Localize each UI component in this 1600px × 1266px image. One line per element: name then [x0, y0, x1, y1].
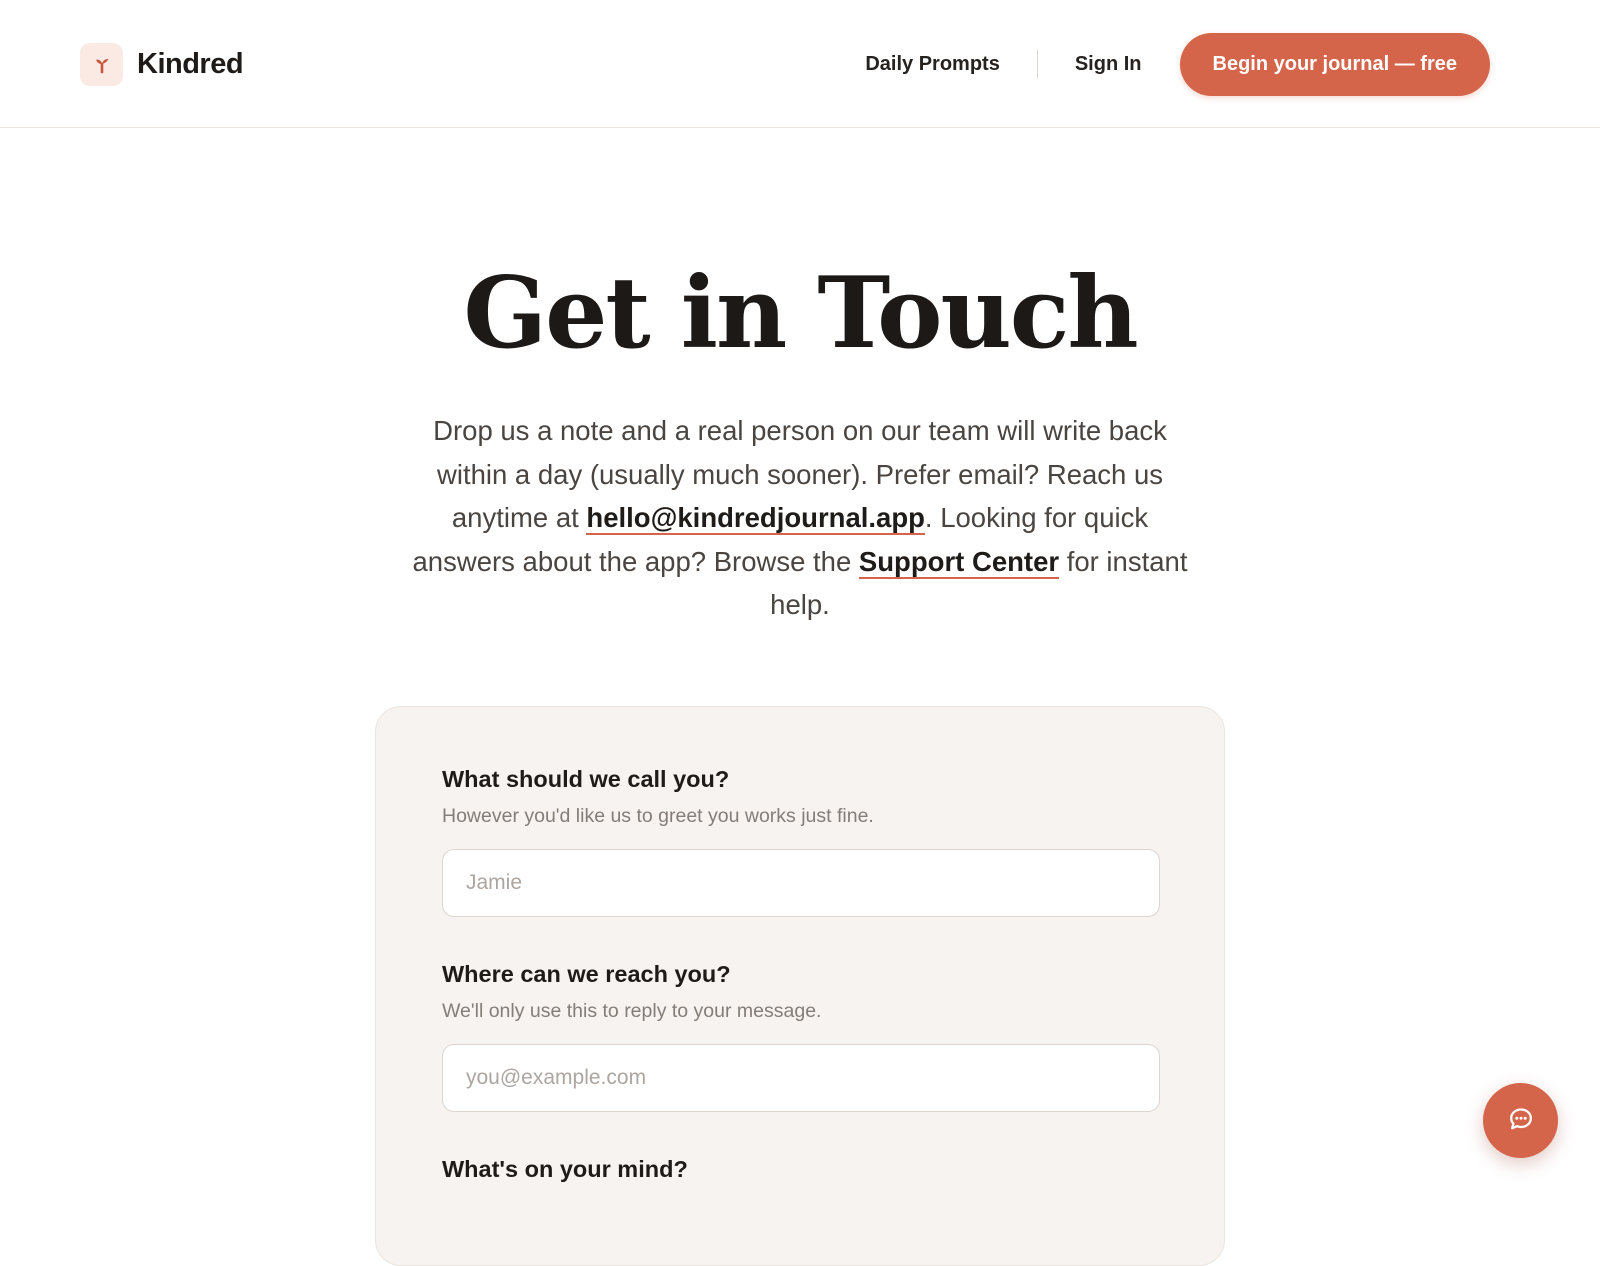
email-field-group: Where can we reach you? We'll only use t… — [442, 959, 1160, 1112]
email-input[interactable] — [442, 1044, 1160, 1112]
chat-button[interactable] — [1483, 1083, 1558, 1158]
nav-daily-prompts[interactable]: Daily Prompts — [865, 53, 999, 76]
brand-logo[interactable]: Kindred — [80, 42, 244, 86]
name-label: What should we call you? — [442, 766, 730, 792]
nav-sign-in[interactable]: Sign In — [1075, 53, 1142, 76]
sprout-icon — [80, 42, 123, 86]
brand-name: Kindred — [137, 47, 244, 80]
support-center-link[interactable]: Support Center — [858, 545, 1060, 579]
email-help-text: We'll only use this to reply to your mes… — [442, 1000, 822, 1022]
chat-bubble-icon — [1507, 1105, 1535, 1136]
begin-journal-button[interactable]: Begin your journal — free — [1179, 32, 1490, 96]
message-label: What's on your mind? — [442, 1156, 688, 1182]
nav-divider — [1036, 50, 1038, 78]
name-field-group: What should we call you? However you'd l… — [442, 764, 1160, 917]
email-label: Where can we reach you? — [442, 961, 731, 987]
name-input[interactable] — [442, 849, 1160, 917]
main-nav: Daily Prompts Sign In Begin your journal… — [865, 32, 1490, 96]
message-field-group: What's on your mind? — [442, 1154, 1160, 1184]
contact-form-card: What should we call you? However you'd l… — [375, 706, 1225, 1266]
email-link[interactable]: hello@kindredjournal.app — [586, 502, 925, 535]
name-help-text: However you'd like us to greet you works… — [442, 805, 874, 827]
page-title: Get in Touch — [463, 256, 1138, 371]
intro-paragraph: Drop us a note and a real person on our … — [410, 409, 1190, 627]
site-header: Kindred Daily Prompts Sign In Begin your… — [0, 0, 1600, 128]
